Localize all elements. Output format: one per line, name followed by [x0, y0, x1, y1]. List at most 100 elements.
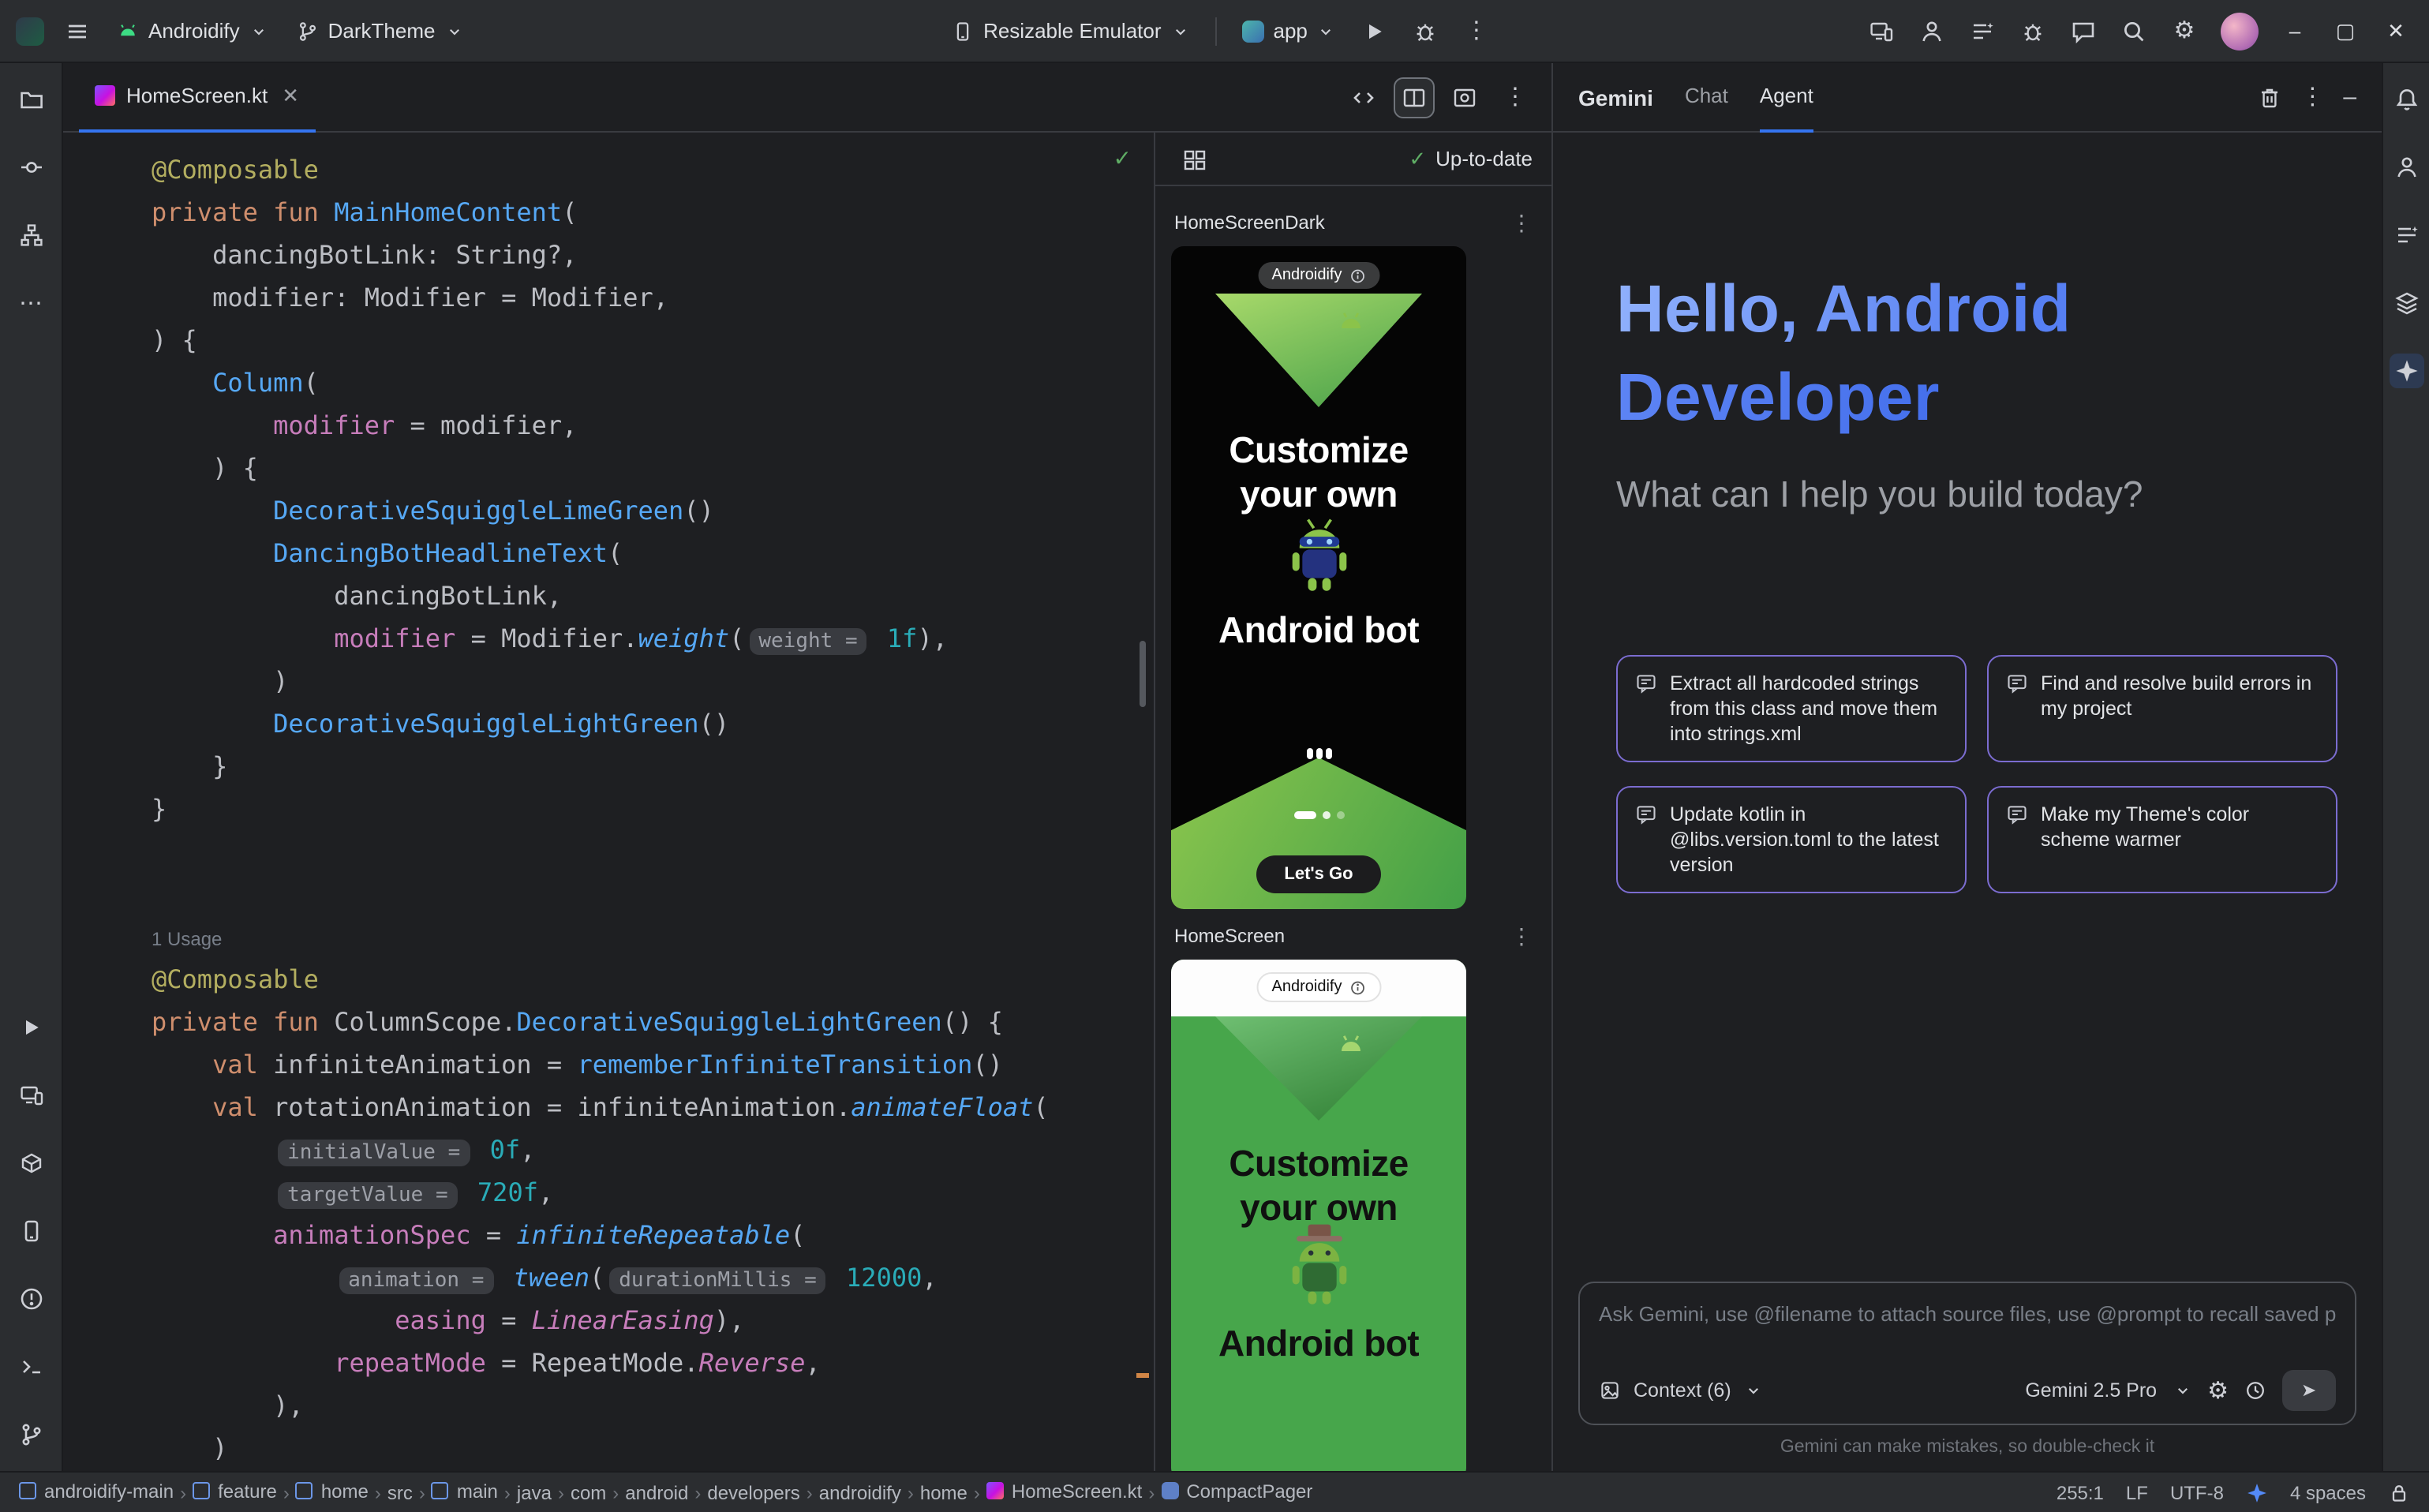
- preview-layout-toggle-button[interactable]: [1174, 138, 1215, 179]
- minimize-button[interactable]: –: [2271, 7, 2319, 54]
- preview-render-light[interactable]: Androidify Customize your own: [1171, 960, 1466, 1471]
- hide-panel-button[interactable]: –: [2343, 85, 2356, 109]
- ai-spark-icon[interactable]: [2246, 1481, 2268, 1503]
- warning-stripe-mark[interactable]: [1136, 1373, 1149, 1378]
- preview-options-button[interactable]: ⋮: [1510, 209, 1533, 236]
- version-control-button[interactable]: [13, 1417, 48, 1452]
- run-button[interactable]: [1352, 7, 1399, 54]
- breadcrumb-item[interactable]: HomeScreen.kt: [986, 1480, 1142, 1503]
- editor-scrollbar[interactable]: [1140, 641, 1146, 707]
- running-devices-button[interactable]: [13, 1214, 48, 1248]
- profiler-icon[interactable]: [1908, 7, 1956, 54]
- lock-icon[interactable]: [2388, 1481, 2410, 1503]
- branch-selector[interactable]: DarkTheme: [284, 11, 477, 51]
- gemini-input[interactable]: Ask Gemini, use @filename to attach sour…: [1578, 1282, 2356, 1425]
- search-everywhere-button[interactable]: [2110, 7, 2158, 54]
- device-manager-button[interactable]: [13, 1078, 48, 1113]
- preview-render-dark[interactable]: Androidify Customize your own: [1171, 246, 1466, 909]
- close-tab-icon[interactable]: ✕: [282, 83, 299, 108]
- code-line: ): [152, 1427, 1049, 1469]
- preview-options-button[interactable]: ⋮: [1510, 923, 1533, 949]
- split-view-button[interactable]: [1394, 77, 1435, 118]
- info-icon: [1349, 979, 1365, 995]
- resource-manager-button[interactable]: [2389, 286, 2423, 320]
- terminal-tool-button[interactable]: [13, 1349, 48, 1384]
- preview-scroll-area[interactable]: HomeScreenDark ⋮ Androidify Customize: [1155, 186, 1551, 1471]
- commit-tool-button[interactable]: [13, 150, 48, 185]
- gemini-settings-button[interactable]: ⚙: [2207, 1379, 2229, 1402]
- breadcrumb-item[interactable]: CompactPager: [1161, 1480, 1312, 1503]
- history-button[interactable]: [2244, 1379, 2266, 1402]
- breadcrumb-item[interactable]: androidify: [819, 1483, 901, 1505]
- breadcrumb-item[interactable]: feature: [193, 1480, 277, 1503]
- code-line: val rotationAnimation = infiniteAnimatio…: [152, 1086, 1049, 1128]
- breadcrumb-item[interactable]: src: [387, 1483, 413, 1505]
- inspections-ok-icon[interactable]: ✓: [1113, 145, 1132, 172]
- decorative-triangle: [1215, 294, 1422, 407]
- main-menu-button[interactable]: [54, 7, 101, 54]
- breadcrumb-item[interactable]: androidify-main: [19, 1480, 174, 1503]
- suggestion-card[interactable]: Find and resolve build errors in my proj…: [1987, 655, 2337, 762]
- line-separator[interactable]: LF: [2126, 1481, 2148, 1503]
- android-studio-window: Androidify DarkTheme Resizable Emulator …: [0, 0, 2429, 1512]
- tab-homescreen-kt[interactable]: HomeScreen.kt ✕: [79, 62, 315, 132]
- more-actions-button[interactable]: ⋮: [1453, 7, 1500, 54]
- project-selector[interactable]: Androidify: [104, 11, 281, 51]
- indent-setting[interactable]: 4 spaces: [2290, 1481, 2366, 1503]
- code-line: modifier = modifier,: [152, 404, 1049, 447]
- delete-conversation-button[interactable]: [2256, 84, 2281, 110]
- maximize-button[interactable]: ▢: [2322, 7, 2369, 54]
- model-dropdown[interactable]: Gemini 2.5 Pro: [2025, 1379, 2157, 1402]
- prompt-library-icon[interactable]: [1959, 7, 2006, 54]
- gemini-more-options-button[interactable]: ⋮: [2300, 85, 2324, 109]
- ai-assistant-button[interactable]: [2389, 150, 2423, 185]
- design-view-button[interactable]: [1444, 77, 1485, 118]
- attach-context-icon[interactable]: [1599, 1379, 1621, 1402]
- breadcrumb-item[interactable]: main: [432, 1480, 498, 1503]
- app-name-pill: Androidify: [1256, 972, 1382, 1002]
- app-insights-icon[interactable]: [2009, 7, 2057, 54]
- user-avatar[interactable]: [2221, 12, 2259, 50]
- run-tool-button[interactable]: [13, 1010, 48, 1045]
- run-config-selector[interactable]: app: [1229, 11, 1349, 51]
- file-encoding[interactable]: UTF-8: [2170, 1481, 2224, 1503]
- editor-more-options-button[interactable]: ⋮: [1495, 77, 1536, 118]
- gemini-panel-button[interactable]: [2389, 354, 2423, 388]
- tab-chat[interactable]: Chat: [1685, 62, 1728, 132]
- code-editor[interactable]: @Composableprivate fun MainHomeContent( …: [152, 148, 1049, 1469]
- preview-name-label: HomeScreen: [1174, 925, 1285, 947]
- caret-position[interactable]: 255:1: [2057, 1481, 2104, 1503]
- suggestion-card[interactable]: Update kotlin in @libs.version.toml to t…: [1616, 786, 1967, 893]
- debug-button[interactable]: [1402, 7, 1450, 54]
- breadcrumb-item[interactable]: com: [571, 1483, 606, 1505]
- suggestion-card[interactable]: Extract all hardcoded strings from this …: [1616, 655, 1967, 762]
- more-tool-windows-button[interactable]: ⋯: [13, 286, 48, 320]
- close-button[interactable]: ✕: [2372, 7, 2420, 54]
- suggestion-card[interactable]: Make my Theme's color scheme warmer: [1987, 786, 2337, 893]
- settings-button[interactable]: ⚙: [2161, 7, 2208, 54]
- breadcrumb-item[interactable]: java: [517, 1483, 552, 1505]
- device-mirroring-icon[interactable]: [1858, 7, 1905, 54]
- gemini-chat-icon[interactable]: [2060, 7, 2107, 54]
- gemini-input-placeholder: Ask Gemini, use @filename to attach sour…: [1599, 1302, 2336, 1326]
- code-view-button[interactable]: [1343, 77, 1384, 118]
- send-button[interactable]: [2282, 1370, 2336, 1411]
- gemini-greeting: Hello, Android Developer: [1616, 265, 2071, 442]
- inlay-hint: targetValue =: [278, 1182, 458, 1209]
- problems-tool-button[interactable]: [13, 1282, 48, 1316]
- notifications-button[interactable]: [2389, 82, 2423, 117]
- structure-tool-button[interactable]: [13, 218, 48, 253]
- code-line: }: [152, 788, 1049, 830]
- project-tool-button[interactable]: [13, 82, 48, 117]
- device-explorer-button[interactable]: [2389, 218, 2423, 253]
- build-tool-button[interactable]: [13, 1146, 48, 1181]
- tab-agent[interactable]: Agent: [1760, 62, 1813, 132]
- breadcrumb-item[interactable]: developers: [707, 1483, 799, 1505]
- breadcrumb-item[interactable]: home: [296, 1480, 369, 1503]
- preview-card-homescreen: HomeScreen ⋮ Androidify Customiz: [1171, 915, 1536, 1471]
- gemini-subtitle: What can I help you build today?: [1616, 473, 2319, 516]
- breadcrumb-item[interactable]: home: [920, 1483, 967, 1505]
- device-selector[interactable]: Resizable Emulator: [939, 11, 1202, 51]
- breadcrumb-item[interactable]: android: [625, 1483, 688, 1505]
- context-dropdown[interactable]: Context (6): [1634, 1379, 1731, 1402]
